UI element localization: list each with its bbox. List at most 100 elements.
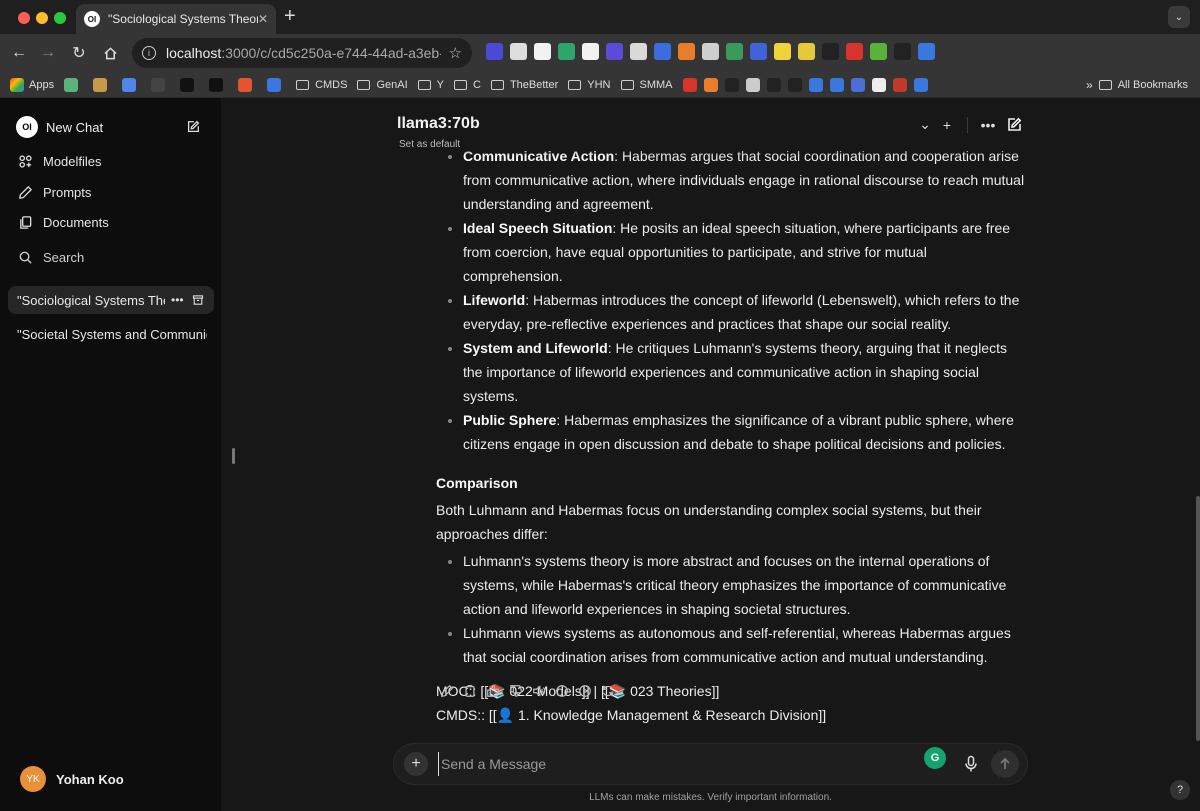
scrollbar-thumb[interactable] bbox=[1196, 496, 1200, 741]
bookmark-site[interactable] bbox=[829, 77, 844, 92]
more-bookmarks-icon[interactable]: » bbox=[1086, 78, 1093, 92]
compose-icon[interactable] bbox=[186, 120, 200, 134]
regenerate-icon[interactable] bbox=[601, 684, 615, 698]
bookmark-site[interactable] bbox=[122, 77, 141, 92]
address-bar[interactable]: i localhost:3000/c/cd5c250a-e744-44ad-a3… bbox=[132, 38, 472, 68]
message-input[interactable] bbox=[438, 752, 878, 776]
attach-plus-icon[interactable]: + bbox=[404, 752, 428, 776]
extension-icon[interactable] bbox=[822, 43, 839, 60]
chat-item-active[interactable]: "Sociological Systems Theory" ••• bbox=[8, 286, 214, 314]
bookmark-apps[interactable]: Apps bbox=[10, 77, 54, 92]
chat-item[interactable]: "Societal Systems and Communication" bbox=[8, 320, 214, 348]
set-as-default-link[interactable]: Set as default bbox=[399, 139, 460, 150]
bookmark-folder[interactable]: GenAI bbox=[357, 79, 408, 91]
bookmark-site[interactable] bbox=[151, 77, 170, 92]
site-favicon-icon bbox=[913, 77, 928, 92]
speaker-icon[interactable] bbox=[532, 684, 546, 698]
home-icon[interactable] bbox=[99, 42, 121, 64]
thumbs-up-icon[interactable] bbox=[486, 684, 500, 698]
new-tab-icon[interactable]: + bbox=[284, 6, 296, 26]
bookmark-site[interactable] bbox=[892, 77, 907, 92]
sidebar-item-documents[interactable]: Documents bbox=[18, 215, 109, 230]
site-info-icon[interactable]: i bbox=[142, 46, 156, 60]
bookmark-site[interactable] bbox=[93, 77, 112, 92]
forward-arrow-icon[interactable]: → bbox=[37, 42, 59, 64]
window-zoom-button[interactable] bbox=[54, 12, 66, 24]
bookmark-site[interactable] bbox=[871, 77, 886, 92]
extension-icon[interactable] bbox=[702, 43, 719, 60]
bookmark-star-icon[interactable]: ☆ bbox=[449, 44, 462, 62]
bookmark-folder[interactable]: C bbox=[454, 79, 481, 91]
bookmark-site[interactable] bbox=[745, 77, 760, 92]
thumbs-down-icon[interactable] bbox=[509, 684, 523, 698]
tab-close-icon[interactable]: ✕ bbox=[258, 12, 268, 26]
sidebar-item-modelfiles[interactable]: Modelfiles bbox=[18, 154, 102, 169]
extension-icon[interactable] bbox=[534, 43, 551, 60]
bookmark-site[interactable] bbox=[808, 77, 823, 92]
browser-tab-active[interactable]: OI "Sociological Systems Theor ✕ bbox=[76, 4, 276, 34]
comparison-intro: Both Luhmann and Habermas focus on under… bbox=[436, 502, 982, 542]
bookmark-site[interactable] bbox=[682, 77, 697, 92]
extension-icon[interactable] bbox=[606, 43, 623, 60]
extension-icon[interactable] bbox=[486, 43, 503, 60]
extension-icon[interactable] bbox=[558, 43, 575, 60]
bookmark-site[interactable] bbox=[180, 77, 199, 92]
send-button[interactable] bbox=[991, 750, 1019, 778]
more-options-icon[interactable]: ••• bbox=[171, 293, 184, 307]
bookmark-site[interactable] bbox=[703, 77, 718, 92]
more-options-icon[interactable]: ••• bbox=[978, 117, 998, 133]
user-menu[interactable]: YK Yohan Koo bbox=[20, 766, 124, 792]
info-icon[interactable] bbox=[555, 684, 569, 698]
extension-icon[interactable] bbox=[726, 43, 743, 60]
extension-icon[interactable] bbox=[678, 43, 695, 60]
extension-icon[interactable] bbox=[630, 43, 647, 60]
bookmark-folder[interactable]: CMDS bbox=[296, 79, 347, 91]
new-chat-button[interactable]: OI New Chat bbox=[16, 116, 103, 138]
archive-icon[interactable] bbox=[192, 294, 204, 306]
bookmark-site[interactable] bbox=[913, 77, 928, 92]
chevron-down-icon[interactable]: ⌄ bbox=[915, 116, 935, 133]
sidebar-resize-handle[interactable] bbox=[232, 448, 235, 464]
extension-icon[interactable] bbox=[774, 43, 791, 60]
extension-icon[interactable] bbox=[582, 43, 599, 60]
bookmark-site[interactable] bbox=[766, 77, 781, 92]
extension-icon[interactable] bbox=[510, 43, 527, 60]
help-button[interactable]: ? bbox=[1170, 780, 1190, 800]
bookmark-site[interactable] bbox=[64, 77, 83, 92]
grammarly-icon[interactable]: G bbox=[924, 747, 946, 769]
bookmark-site[interactable] bbox=[267, 77, 286, 92]
all-bookmarks-button[interactable]: All Bookmarks bbox=[1098, 79, 1188, 91]
extension-icon[interactable] bbox=[750, 43, 767, 60]
extension-icon[interactable] bbox=[798, 43, 815, 60]
new-chat-icon[interactable] bbox=[1006, 117, 1022, 133]
reload-icon[interactable]: ↻ bbox=[68, 42, 90, 64]
bookmark-folder[interactable]: Y bbox=[417, 79, 444, 91]
bookmark-site[interactable] bbox=[787, 77, 802, 92]
bookmark-site[interactable] bbox=[724, 77, 739, 92]
play-icon[interactable] bbox=[578, 684, 592, 698]
extension-icon[interactable] bbox=[846, 43, 863, 60]
tab-search-chevron-icon[interactable]: ⌄ bbox=[1168, 6, 1190, 28]
bookmark-folder[interactable]: TheBetter bbox=[490, 79, 558, 91]
extension-icon[interactable] bbox=[918, 43, 935, 60]
extension-icon[interactable] bbox=[894, 43, 911, 60]
model-selector[interactable]: llama3:70b bbox=[397, 115, 480, 133]
add-model-icon[interactable]: + bbox=[937, 117, 957, 133]
sidebar-item-prompts[interactable]: Prompts bbox=[18, 185, 91, 200]
sidebar-search[interactable]: Search bbox=[18, 250, 84, 265]
extension-icon[interactable] bbox=[654, 43, 671, 60]
bookmark-site[interactable] bbox=[850, 77, 865, 92]
bookmark-folder[interactable]: SMMA bbox=[620, 79, 673, 91]
site-favicon-icon bbox=[850, 77, 865, 92]
edit-icon[interactable] bbox=[440, 684, 454, 698]
microphone-icon[interactable] bbox=[964, 755, 978, 773]
bookmark-site[interactable] bbox=[209, 77, 228, 92]
window-close-button[interactable] bbox=[18, 12, 30, 24]
bookmark-folder[interactable]: YHN bbox=[568, 79, 611, 91]
copy-icon[interactable] bbox=[463, 684, 477, 698]
window-minimize-button[interactable] bbox=[36, 12, 48, 24]
extension-icon[interactable] bbox=[870, 43, 887, 60]
bookmark-site[interactable] bbox=[238, 77, 257, 92]
site-favicon-icon bbox=[682, 77, 697, 92]
back-arrow-icon[interactable]: ← bbox=[8, 42, 30, 64]
